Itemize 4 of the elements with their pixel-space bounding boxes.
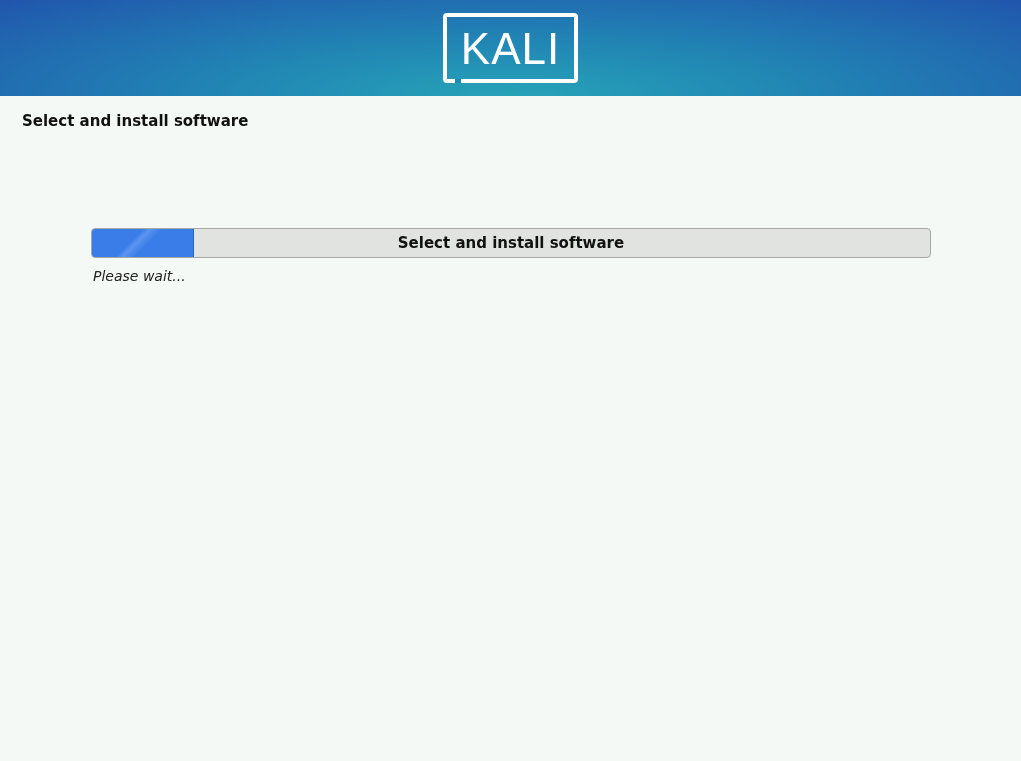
page-title: Select and install software [21, 111, 250, 130]
progress-label: Select and install software [396, 233, 626, 254]
logo: KALI [442, 13, 579, 83]
status-text: Please wait... [92, 268, 187, 284]
